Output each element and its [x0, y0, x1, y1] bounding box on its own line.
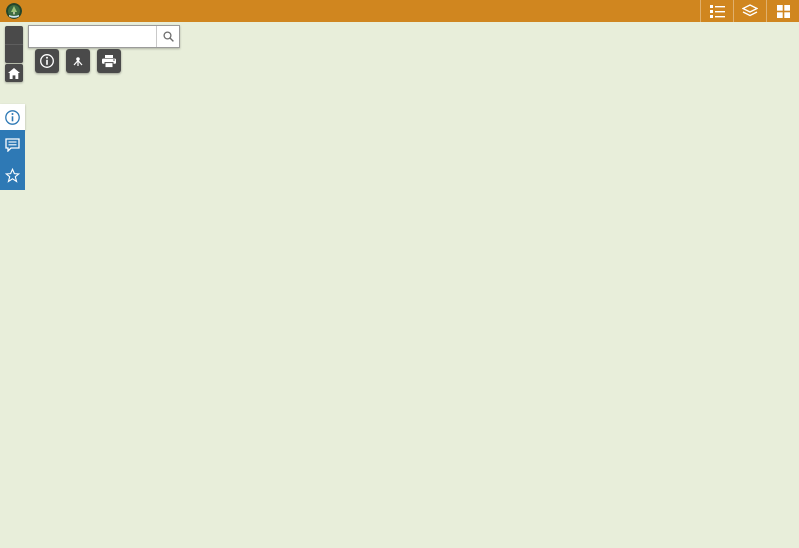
- home-button[interactable]: [5, 64, 23, 82]
- info-circle-icon: [5, 109, 20, 125]
- search-input[interactable]: [29, 31, 156, 42]
- bookmarks-tab[interactable]: [0, 160, 25, 190]
- legend-list-icon[interactable]: [700, 0, 733, 22]
- info-icon[interactable]: [35, 49, 59, 73]
- map-canvas[interactable]: [0, 22, 799, 548]
- about-tab[interactable]: [0, 104, 25, 130]
- basemap-graphics: [0, 22, 799, 548]
- geocoder-search: [28, 25, 180, 48]
- map-toolbar: [35, 49, 121, 73]
- layers-icon[interactable]: [733, 0, 766, 22]
- share-icon[interactable]: [66, 49, 90, 73]
- comment-icon: [5, 138, 20, 152]
- star-icon: [5, 167, 20, 183]
- zoom-out-button[interactable]: [5, 44, 23, 63]
- app-header: [0, 0, 799, 22]
- side-panel-tabs: [0, 104, 25, 190]
- comments-tab[interactable]: [0, 130, 25, 160]
- search-icon[interactable]: [156, 26, 179, 47]
- basemap-gallery-icon[interactable]: [766, 0, 799, 22]
- forestry-logo-icon: [6, 3, 22, 19]
- header-toolbar: [700, 0, 799, 22]
- zoom-in-button[interactable]: [5, 26, 23, 44]
- zoom-control: [5, 26, 23, 63]
- print-icon[interactable]: [97, 49, 121, 73]
